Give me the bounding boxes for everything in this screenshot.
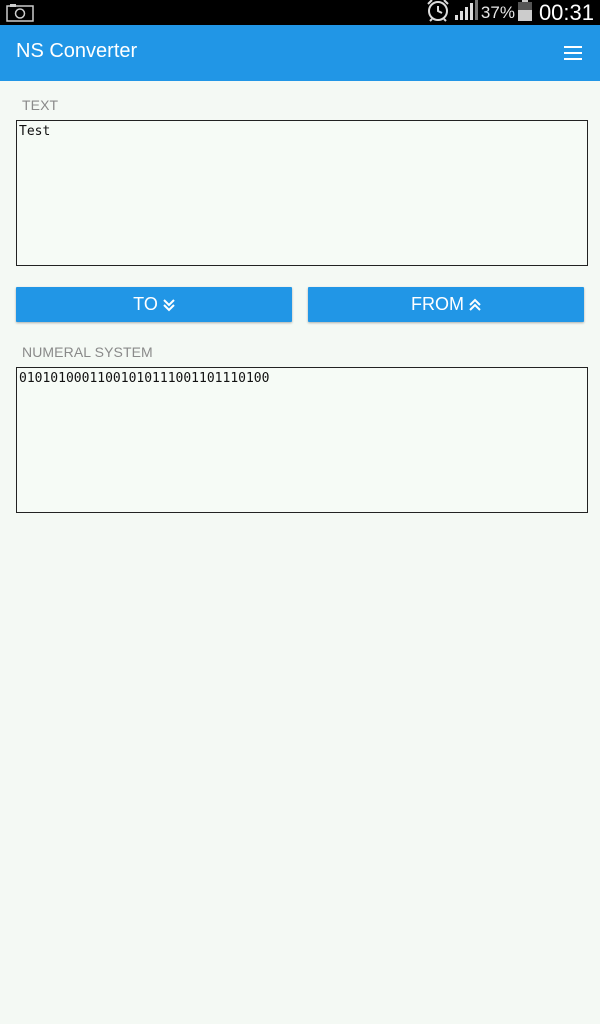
text-input[interactable]: Test [16,120,588,266]
double-chevron-down-icon [163,298,175,311]
signal-icon [454,0,478,26]
from-button[interactable]: FROM [308,287,584,322]
to-button-label: TO [133,294,158,314]
clock: 00:31 [538,0,594,25]
to-button[interactable]: TO [16,287,292,322]
menu-button[interactable] [562,44,584,62]
screenshot-icon [6,3,34,27]
status-bar: 37% 00:31 [0,0,600,25]
from-button-label: FROM [411,294,464,314]
numeral-system-input[interactable]: 01010100011001010111001101110100 [16,367,588,513]
text-label: TEXT [22,97,59,113]
menu-icon [564,46,582,60]
app-title: NS Converter [16,40,138,62]
app-bar: NS Converter [0,25,600,81]
numeral-system-label: NUMERAL SYSTEM [22,344,153,360]
double-chevron-up-icon [469,298,481,311]
battery-icon [517,0,532,26]
alarm-icon [425,0,451,27]
battery-percent: 37% [480,2,515,22]
